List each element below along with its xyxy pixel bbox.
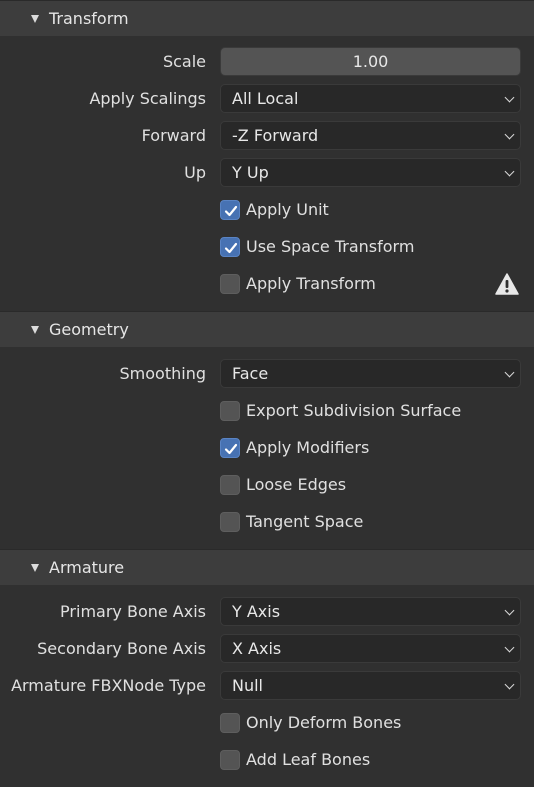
armature-node-type-row: Armature FBXNode Type Null	[0, 671, 534, 701]
smoothing-dropdown[interactable]: Face	[220, 359, 521, 388]
apply-modifiers-row[interactable]: Apply Modifiers	[0, 433, 534, 463]
apply-scalings-label: Apply Scalings	[89, 89, 206, 108]
secondary-bone-axis-label: Secondary Bone Axis	[37, 639, 206, 658]
forward-row: Forward -Z Forward	[0, 121, 534, 151]
scale-label: Scale	[162, 52, 206, 71]
use-space-transform-checkbox[interactable]	[220, 237, 240, 257]
chevron-down-icon	[504, 92, 515, 103]
apply-scalings-value: All Local	[232, 89, 299, 108]
add-leaf-bones-label: Add Leaf Bones	[246, 750, 371, 769]
apply-unit-checkbox[interactable]	[220, 200, 240, 220]
chevron-down-icon	[504, 642, 515, 653]
armature-node-type-value: Null	[232, 676, 263, 695]
primary-bone-axis-row: Primary Bone Axis Y Axis	[0, 597, 534, 627]
tangent-space-row[interactable]: Tangent Space	[0, 507, 534, 537]
geometry-panel-title: Geometry	[49, 320, 129, 339]
chevron-down-icon	[504, 129, 515, 140]
forward-label: Forward	[141, 126, 206, 145]
scale-row: Scale 1.00	[0, 47, 534, 77]
only-deform-bones-checkbox[interactable]	[220, 713, 240, 733]
primary-bone-axis-dropdown[interactable]: Y Axis	[220, 597, 521, 626]
tangent-space-checkbox[interactable]	[220, 512, 240, 532]
use-space-transform-label: Use Space Transform	[246, 237, 415, 256]
apply-scalings-row: Apply Scalings All Local	[0, 84, 534, 114]
secondary-bone-axis-dropdown[interactable]: X Axis	[220, 634, 521, 663]
loose-edges-row[interactable]: Loose Edges	[0, 470, 534, 500]
collapse-triangle-icon	[31, 325, 39, 334]
geometry-panel-header[interactable]: Geometry	[0, 311, 534, 347]
tangent-space-label: Tangent Space	[246, 512, 364, 531]
smoothing-value: Face	[232, 364, 269, 383]
apply-unit-label: Apply Unit	[246, 200, 329, 219]
forward-value: -Z Forward	[232, 126, 319, 145]
smoothing-label: Smoothing	[119, 364, 206, 383]
apply-scalings-dropdown[interactable]: All Local	[220, 84, 521, 113]
chevron-down-icon	[504, 367, 515, 378]
scale-field[interactable]: 1.00	[220, 47, 521, 76]
apply-transform-row[interactable]: Apply Transform	[0, 269, 534, 299]
export-subdivision-surface-label: Export Subdivision Surface	[246, 401, 462, 420]
primary-bone-axis-label: Primary Bone Axis	[60, 602, 206, 621]
armature-panel-header[interactable]: Armature	[0, 549, 534, 585]
up-label: Up	[184, 163, 206, 182]
use-space-transform-row[interactable]: Use Space Transform	[0, 232, 534, 262]
loose-edges-label: Loose Edges	[246, 475, 347, 494]
secondary-bone-axis-value: X Axis	[232, 639, 282, 658]
secondary-bone-axis-row: Secondary Bone Axis X Axis	[0, 634, 534, 664]
only-deform-bones-row[interactable]: Only Deform Bones	[0, 708, 534, 738]
apply-modifiers-label: Apply Modifiers	[246, 438, 370, 457]
export-subdivision-surface-row[interactable]: Export Subdivision Surface	[0, 396, 534, 426]
add-leaf-bones-checkbox[interactable]	[220, 750, 240, 770]
apply-transform-label: Apply Transform	[246, 274, 376, 293]
apply-modifiers-checkbox[interactable]	[220, 438, 240, 458]
apply-unit-row[interactable]: Apply Unit	[0, 195, 534, 225]
apply-transform-checkbox[interactable]	[220, 274, 240, 294]
up-value: Y Up	[232, 163, 269, 182]
chevron-down-icon	[504, 166, 515, 177]
add-leaf-bones-row[interactable]: Add Leaf Bones	[0, 745, 534, 775]
armature-node-type-label: Armature FBXNode Type	[11, 676, 206, 695]
smoothing-row: Smoothing Face	[0, 359, 534, 389]
loose-edges-checkbox[interactable]	[220, 475, 240, 495]
checkmark-icon	[224, 205, 238, 217]
transform-panel-title: Transform	[49, 9, 129, 28]
chevron-down-icon	[504, 605, 515, 616]
checkmark-icon	[224, 242, 238, 254]
collapse-triangle-icon	[31, 14, 39, 23]
up-dropdown[interactable]: Y Up	[220, 158, 521, 187]
armature-panel-title: Armature	[49, 558, 125, 577]
chevron-down-icon	[504, 679, 515, 690]
up-row: Up Y Up	[0, 158, 534, 188]
checkmark-icon	[224, 443, 238, 455]
only-deform-bones-label: Only Deform Bones	[246, 713, 402, 732]
transform-panel-header[interactable]: Transform	[0, 0, 534, 36]
collapse-triangle-icon	[31, 563, 39, 572]
warning-icon	[495, 273, 519, 295]
export-subdivision-surface-checkbox[interactable]	[220, 401, 240, 421]
primary-bone-axis-value: Y Axis	[232, 602, 281, 621]
armature-node-type-dropdown[interactable]: Null	[220, 671, 521, 700]
forward-dropdown[interactable]: -Z Forward	[220, 121, 521, 150]
